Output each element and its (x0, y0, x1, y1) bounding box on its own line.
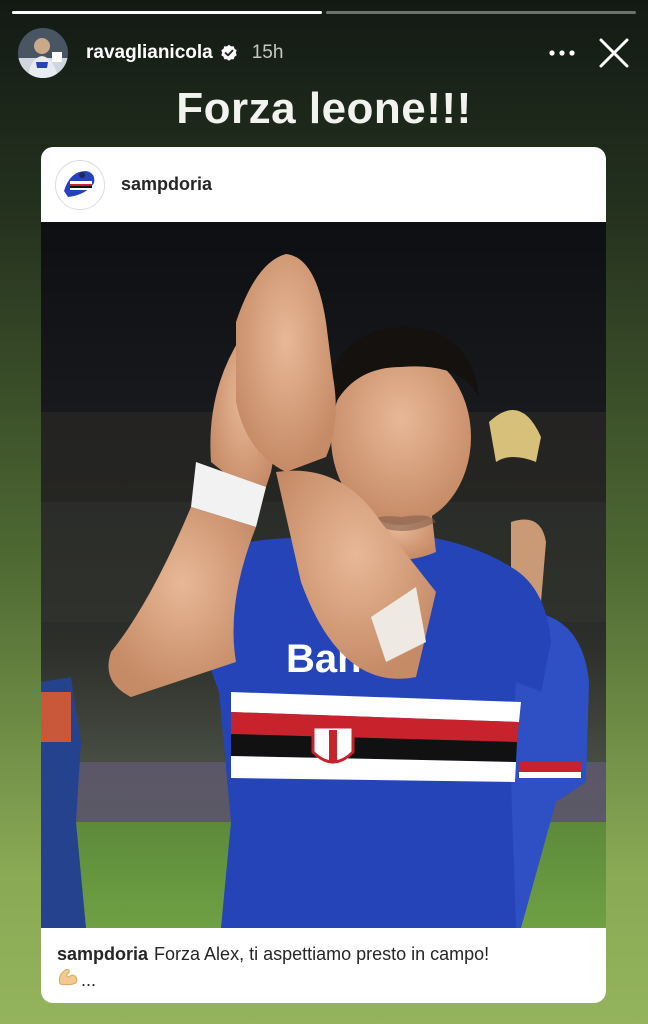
post-caption: sampdoria Forza Alex, ti aspettiamo prest… (41, 928, 606, 1003)
story-header: ravaglianicola 15h (18, 28, 634, 78)
caption-more[interactable]: ... (81, 967, 96, 993)
caption-line: sampdoria Forza Alex, ti aspettiamo prest… (57, 942, 590, 966)
post-header: sampdoria (41, 147, 606, 222)
shared-post-card[interactable]: sampdoria Banca sampdoria Forza Alex, ti… (41, 147, 606, 1003)
more-horizontal-icon (549, 50, 575, 56)
close-icon (599, 38, 629, 68)
story-progress-segment (326, 11, 636, 14)
caption-tail: ... (57, 966, 590, 993)
story-text: Forza leone!!! (176, 84, 472, 133)
post-account-name[interactable]: sampdoria (121, 174, 212, 195)
post-photo: Banca (41, 222, 606, 928)
avatar[interactable] (18, 28, 68, 78)
username[interactable]: ravaglianicola (86, 42, 213, 64)
flexed-biceps-emoji (57, 966, 79, 993)
timestamp: 15h (251, 42, 284, 63)
story-progress-bar (12, 11, 636, 14)
verified-badge-icon (220, 44, 238, 62)
caption-text: Forza Alex, ti aspettiamo presto in camp… (154, 944, 490, 964)
caption-username[interactable]: sampdoria (57, 944, 148, 964)
story-progress-segment (12, 11, 322, 14)
close-button[interactable] (594, 33, 634, 73)
more-button[interactable] (542, 33, 582, 73)
sampdoria-logo[interactable] (55, 159, 105, 210)
